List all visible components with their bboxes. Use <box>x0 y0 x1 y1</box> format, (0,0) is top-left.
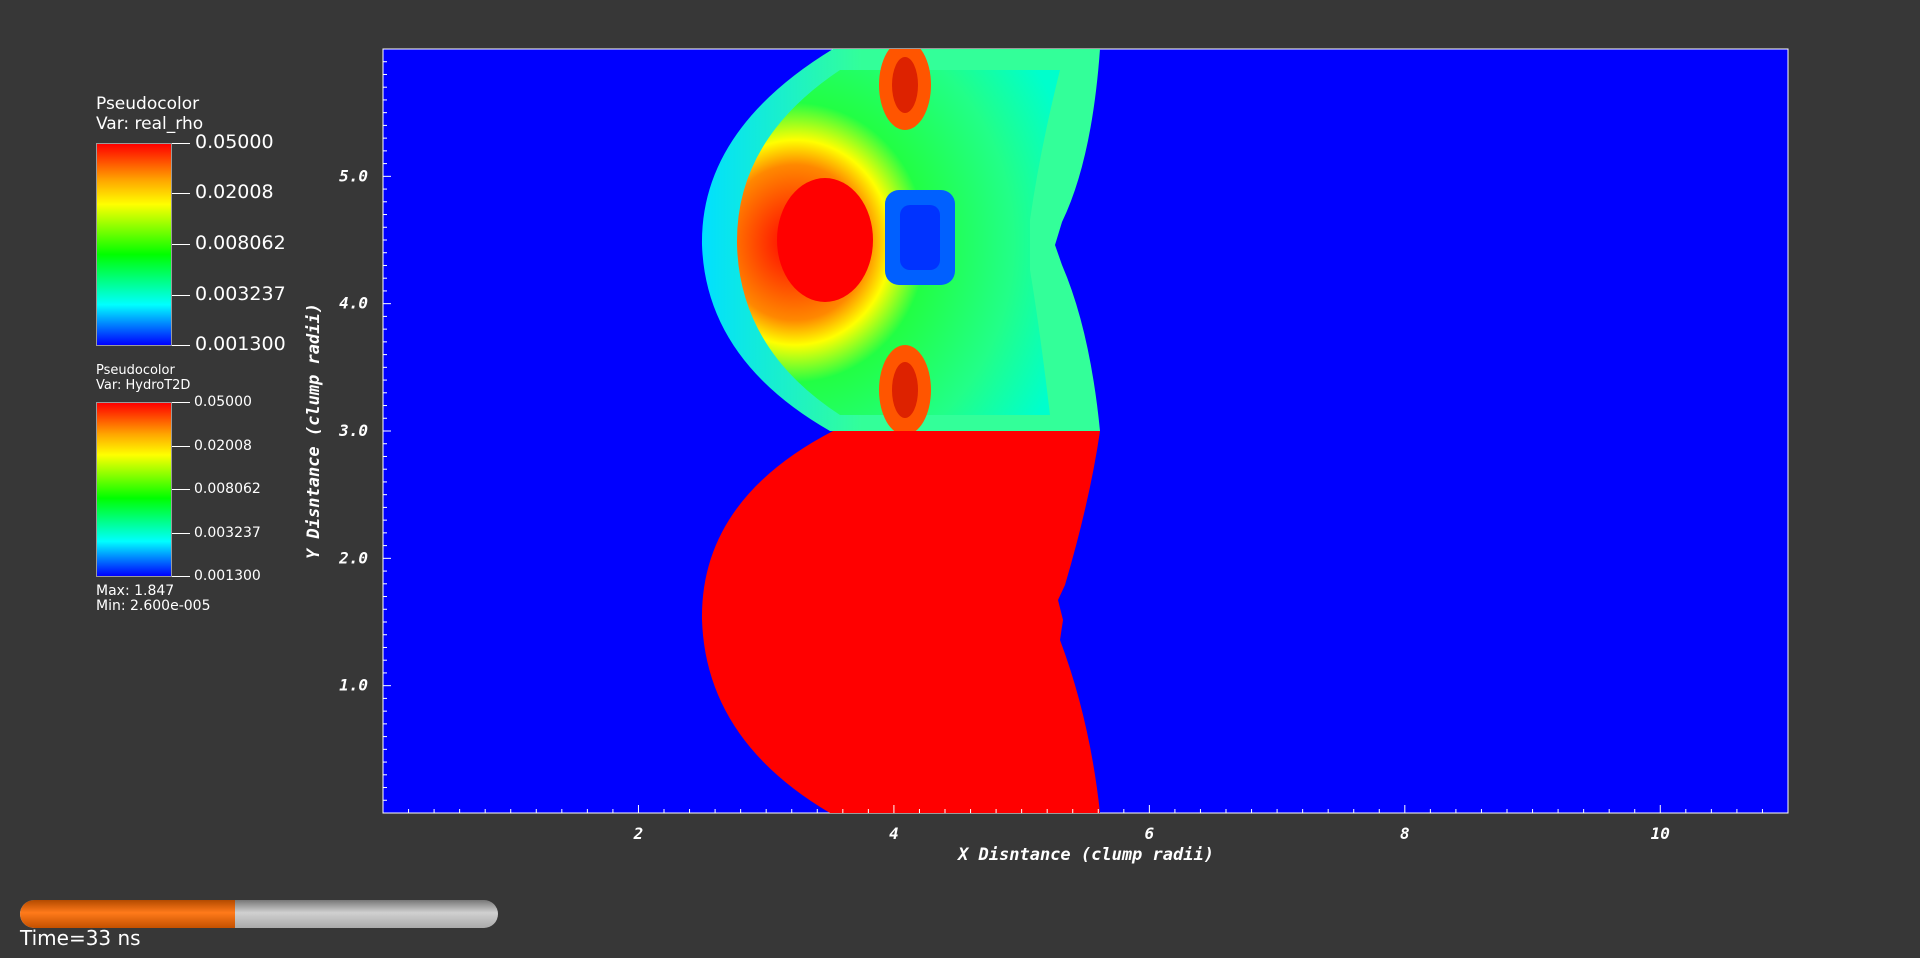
time-progress-bar <box>20 900 498 928</box>
x-tick-label: 6 <box>1145 824 1155 843</box>
time-label: Time=33 ns <box>20 926 141 950</box>
y-axis-title: Y Disntance (clump radii) <box>304 303 324 559</box>
x-tick-label: 10 <box>1651 824 1670 843</box>
y-tick-label: 3.0 <box>338 421 368 440</box>
x-tick-label: 4 <box>889 824 899 843</box>
x-axis-title: X Disntance (clump radii) <box>956 845 1214 865</box>
lower-red-region <box>701 431 1100 813</box>
time-progress-fill <box>20 900 236 928</box>
x-tick-label: 2 <box>633 824 644 843</box>
y-tick-label: 2.0 <box>338 548 368 567</box>
x-tick-label: 8 <box>1400 824 1410 843</box>
y-tick-label: 1.0 <box>339 676 368 695</box>
y-tick-label: 5.0 <box>339 166 368 185</box>
plot-canvas: 2 4 6 8 10 1.0 2.0 3.0 4.0 5.0 X Disntance (clum… <box>304 48 1789 865</box>
dense-clump <box>777 178 873 302</box>
y-tick-label: 4.0 <box>339 294 368 313</box>
